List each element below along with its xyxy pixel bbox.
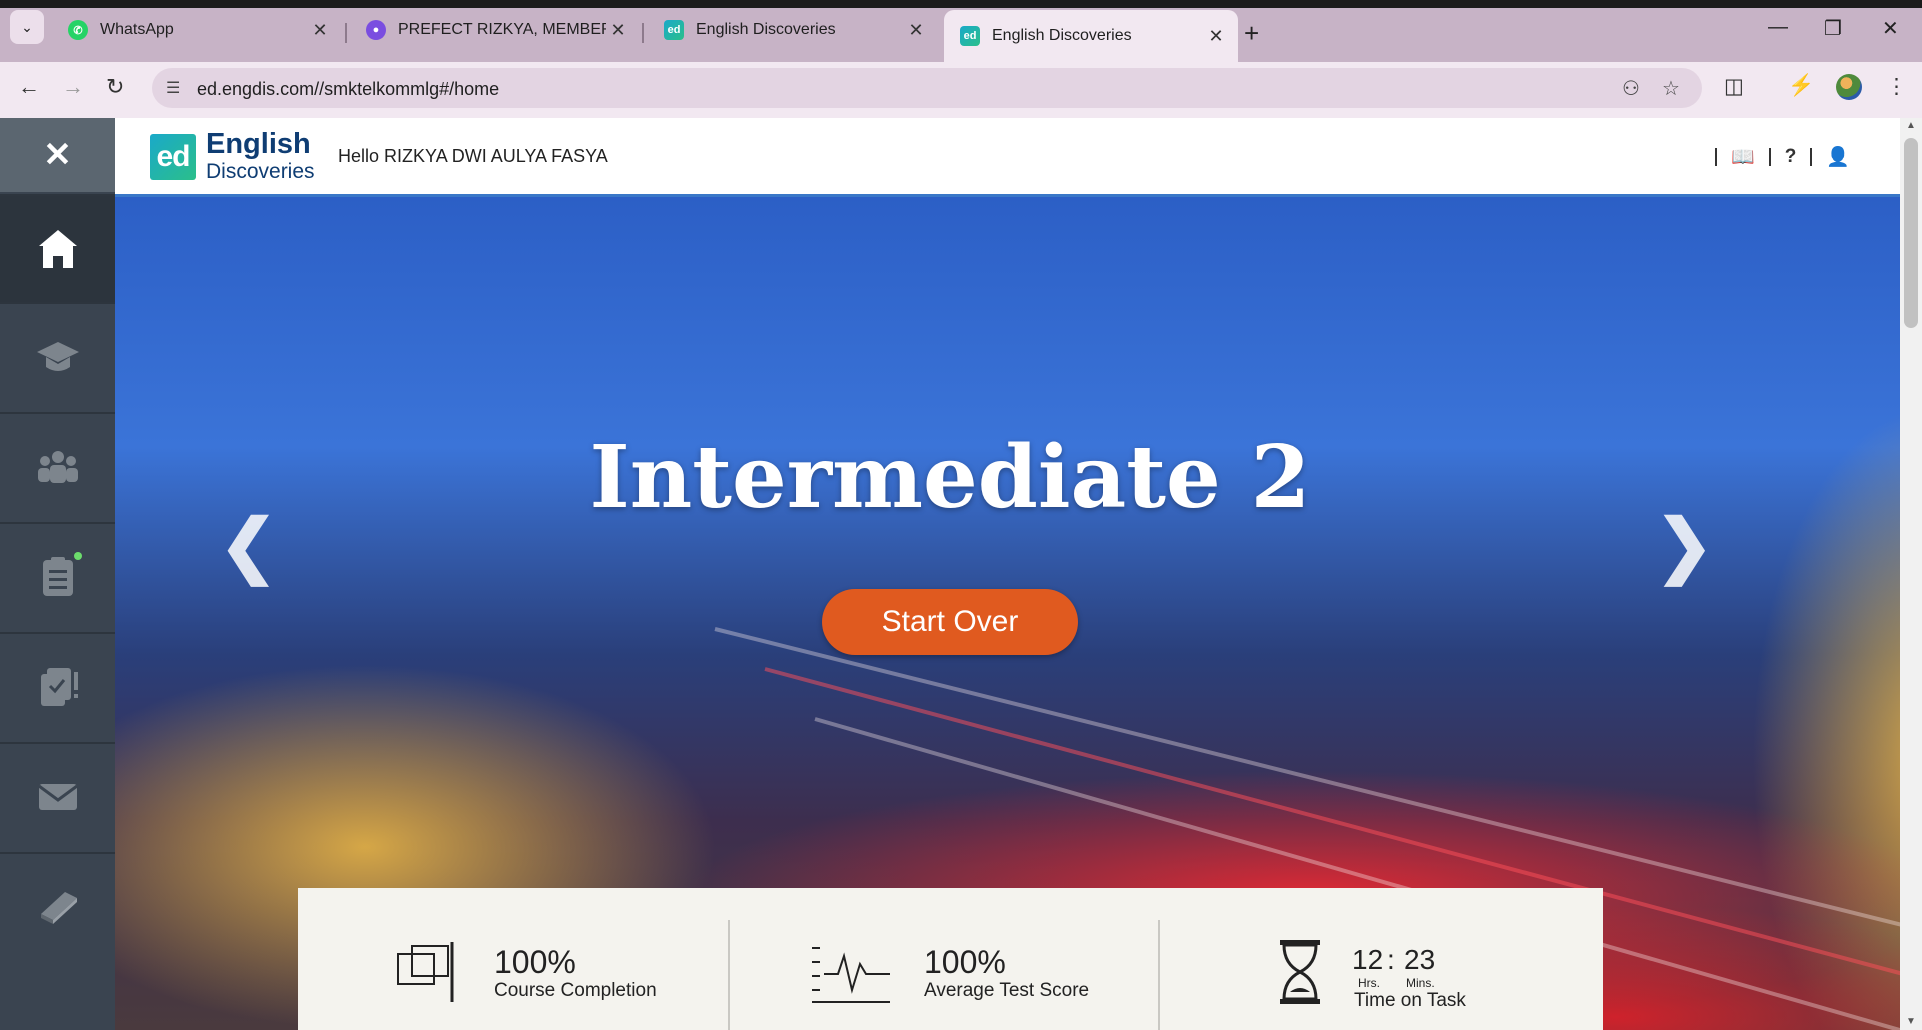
- hourglass-icon: [1280, 940, 1320, 1004]
- profile-avatar[interactable]: [1836, 74, 1862, 100]
- window-top-strip: [0, 0, 1922, 8]
- ed-icon: ed: [664, 20, 684, 40]
- logo-title: English: [206, 128, 311, 160]
- sidebar-item-dictionary[interactable]: [0, 852, 115, 960]
- new-tab-button[interactable]: +: [1244, 18, 1259, 49]
- logo-subtitle: Discoveries: [206, 160, 315, 183]
- extensions-icon[interactable]: ◫: [1724, 74, 1744, 99]
- sidebar-item-messages[interactable]: [0, 742, 115, 850]
- menu-kebab-icon[interactable]: ⋮: [1886, 74, 1907, 99]
- time-on-task-stat: 12 : 23 Hrs. Mins. Time on Task: [1160, 888, 1600, 1030]
- minutes-label: Mins.: [1406, 976, 1435, 990]
- sidebar-item-tasks[interactable]: [0, 522, 115, 630]
- minimize-icon[interactable]: —: [1768, 16, 1788, 39]
- progress-stats-panel: 100% Course Completion 100% Average Test…: [298, 888, 1603, 1030]
- back-button[interactable]: ←: [18, 74, 40, 100]
- time-label: Time on Task: [1354, 990, 1466, 1011]
- browser-tab-english-discoveries-active[interactable]: ed English Discoveries ✕: [944, 10, 1238, 62]
- open-book-icon[interactable]: 📖: [1731, 145, 1755, 169]
- chevron-down-icon: ⌄: [21, 18, 33, 35]
- divider: [1768, 148, 1771, 166]
- course-completion-stat: 100% Course Completion: [298, 888, 728, 1030]
- graduation-cap-icon: [36, 342, 79, 371]
- tab-divider: [642, 23, 644, 43]
- browser-tab-english-discoveries[interactable]: ed English Discoveries ✕: [648, 10, 938, 50]
- scroll-down-arrow[interactable]: ▼: [1906, 1016, 1916, 1027]
- reload-button[interactable]: ↻: [106, 74, 124, 100]
- header-actions: 📖 ? 👤: [1715, 145, 1850, 169]
- previous-course-arrow[interactable]: ❮: [219, 504, 278, 586]
- score-label: Average Test Score: [924, 980, 1090, 1001]
- divider: [1810, 148, 1813, 166]
- sidebar-item-tests[interactable]: [0, 632, 115, 740]
- book-icon: [40, 892, 77, 924]
- tab-divider: [345, 23, 347, 43]
- completion-value: 100%: [494, 944, 576, 980]
- close-icon[interactable]: ✕: [904, 20, 928, 41]
- score-value: 100%: [924, 944, 1006, 980]
- browser-tab-prefect[interactable]: ● PREFECT RIZKYA, MEMBER CINI ✕: [350, 10, 640, 50]
- url-text[interactable]: ed.engdis.com//smktelkommlg#/home: [197, 79, 499, 100]
- hours-label: Hrs.: [1358, 976, 1380, 990]
- sidebar-item-courses[interactable]: [0, 302, 115, 410]
- messages-icon: [37, 784, 78, 810]
- close-icon: ✕: [43, 136, 72, 174]
- divider: [1715, 148, 1718, 166]
- performance-icon[interactable]: ⚡: [1788, 74, 1814, 98]
- window-close-icon[interactable]: ✕: [1882, 16, 1899, 41]
- restore-icon[interactable]: ❐: [1824, 16, 1842, 41]
- tab-title: English Discoveries: [696, 21, 836, 38]
- tasks-icon: [42, 557, 73, 596]
- time-separator: :: [1387, 944, 1395, 975]
- browser-tab-whatsapp[interactable]: ✆ WhatsApp ✕: [52, 10, 342, 50]
- sidebar-item-home[interactable]: [0, 194, 115, 302]
- scrollbar-thumb[interactable]: [1904, 138, 1918, 328]
- close-icon[interactable]: ✕: [308, 20, 332, 41]
- notification-dot: [74, 552, 82, 560]
- site-info-icon[interactable]: ☰: [166, 78, 180, 98]
- user-icon[interactable]: 👤: [1826, 145, 1850, 169]
- average-test-score-stat: 100% Average Test Score: [730, 888, 1160, 1030]
- tab-title: PREFECT RIZKYA, MEMBER CINI: [398, 21, 606, 38]
- home-icon: [38, 230, 77, 268]
- community-icon: [37, 451, 78, 483]
- ed-logo-mark[interactable]: ed: [150, 134, 196, 180]
- next-course-arrow[interactable]: ❯: [1655, 504, 1714, 586]
- close-icon[interactable]: ✕: [606, 20, 630, 41]
- help-icon[interactable]: ?: [1785, 146, 1797, 168]
- tests-icon: [40, 668, 78, 706]
- close-icon[interactable]: ✕: [1204, 26, 1228, 47]
- start-over-button[interactable]: Start Over: [822, 589, 1078, 655]
- ed-icon: ed: [960, 26, 980, 46]
- bookmark-star-icon[interactable]: ☆: [1662, 76, 1680, 101]
- translate-icon[interactable]: ⚇: [1622, 76, 1640, 101]
- sidebar-close-button[interactable]: ✕: [0, 118, 115, 192]
- user-greeting: Hello RIZKYA DWI AULYA FASYA: [338, 146, 608, 166]
- pulse-chart-icon: [812, 947, 890, 1003]
- whatsapp-icon: ✆: [68, 20, 88, 40]
- course-title: Intermediate 2: [589, 427, 1311, 528]
- scroll-up-arrow[interactable]: ▲: [1906, 120, 1916, 131]
- sidebar-item-community[interactable]: [0, 412, 115, 520]
- tab-title: WhatsApp: [100, 21, 174, 38]
- time-minutes: 23: [1404, 944, 1436, 975]
- completion-label: Course Completion: [494, 980, 657, 1001]
- tab-title: English Discoveries: [992, 27, 1132, 44]
- app-icon: ●: [366, 20, 386, 40]
- forward-button[interactable]: →: [62, 74, 84, 100]
- time-hours: 12: [1352, 944, 1384, 975]
- tab-search-button[interactable]: ⌄: [10, 10, 44, 44]
- flag-icon: [397, 942, 454, 1002]
